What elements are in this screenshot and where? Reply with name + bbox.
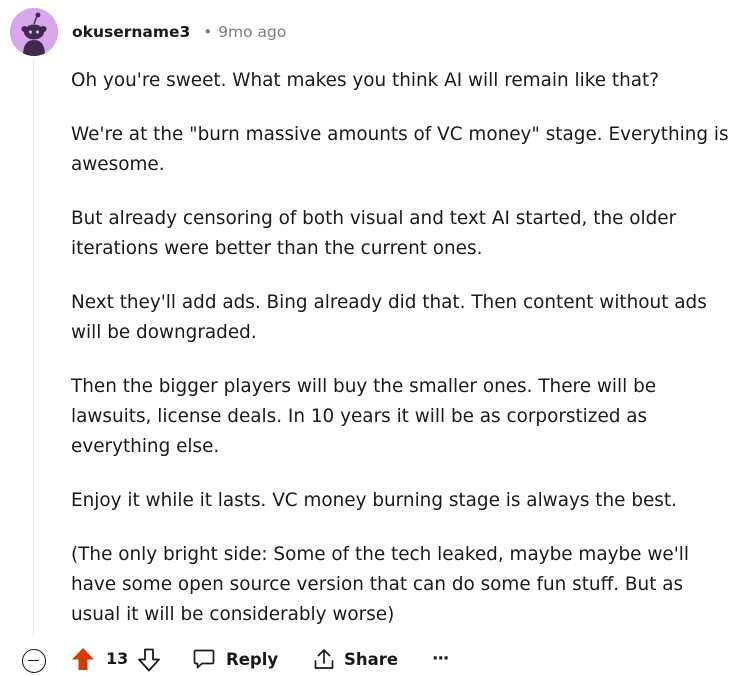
reply-label: Reply [226,649,279,669]
author-username[interactable]: okusername3 [72,23,190,41]
comment-paragraph: Next they'll add ads. Bing already did t… [71,292,707,343]
comment-action-bar: 13 Reply Share ··· [0,640,738,676]
vote-score: 13 [106,649,129,668]
comment-paragraph: But already censoring of both visual and… [71,208,677,259]
comment-paragraph: We're at the "burn massive amounts of VC… [71,124,729,175]
thread-line [33,58,34,636]
speech-bubble-icon [193,649,215,669]
snoo-avatar-icon [10,8,58,56]
avatar[interactable] [10,8,58,56]
comment-age[interactable]: 9mo ago [218,23,286,41]
meta-separator: • [203,23,213,41]
share-upload-icon [314,649,334,669]
comment-body: Oh you're sweet. What makes you think AI… [71,66,731,630]
downvote-arrow-icon[interactable] [136,647,162,673]
comment-paragraph: (The only bright side: Some of the tech … [71,544,689,625]
share-label: Share [344,649,399,669]
collapse-thread-button[interactable] [22,649,46,673]
comment-paragraph: Then the bigger players will buy the sma… [71,376,657,457]
comment-paragraph: Oh you're sweet. What makes you think AI… [71,70,659,91]
overflow-dots-icon: ··· [432,649,449,669]
reply-button[interactable]: Reply [192,644,278,674]
share-button[interactable]: Share [313,644,398,674]
upvote-arrow-icon[interactable] [70,646,96,672]
comment-meta: okusername3 • 9mo ago [72,20,286,44]
overflow-menu-button[interactable]: ··· [432,644,449,674]
comment-paragraph: Enjoy it while it lasts. VC money burnin… [71,490,677,511]
